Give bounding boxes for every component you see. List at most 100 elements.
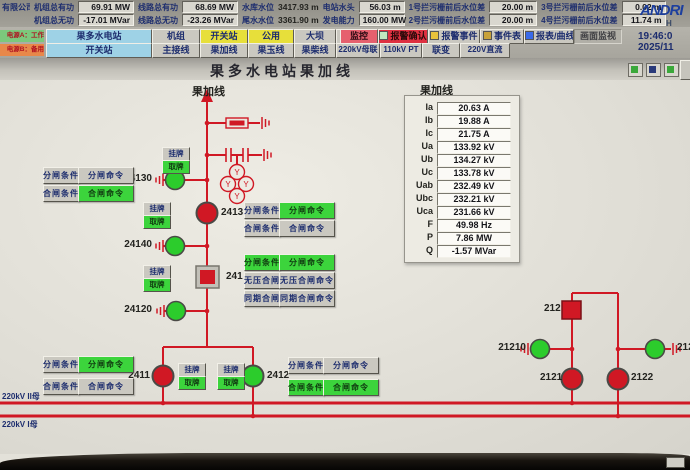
label-24120: 24120 (112, 304, 152, 315)
open-cmd-2412[interactable]: 分闸命令 (323, 357, 379, 374)
earth-switch-24140[interactable] (166, 237, 185, 256)
company-label: 有限公司 (2, 2, 30, 13)
tab-switchyard[interactable]: 开关站 (200, 29, 248, 44)
open-cond-2412[interactable]: 分闸条件 (288, 357, 324, 374)
field-label: 线路总无功 (138, 15, 178, 26)
tab-bus-tie[interactable]: 220kV母联 (336, 43, 380, 58)
tab-monitor[interactable]: 监控 (340, 29, 378, 44)
event-list-button[interactable]: 事件表 (480, 29, 524, 44)
breaker-241[interactable] (196, 266, 219, 288)
meas-label: Ub (405, 154, 433, 164)
untag-button-2413[interactable]: 取牌 (143, 215, 171, 229)
meas-label: Ib (405, 115, 433, 125)
field-value: 3417.93 m (278, 2, 319, 12)
earth-switch-21210[interactable] (531, 340, 550, 359)
untag-button-2412[interactable]: 取牌 (217, 376, 245, 390)
breaker-212[interactable] (562, 301, 581, 319)
label-241: 241 (226, 271, 243, 282)
close-cond-2413[interactable]: 合闸条件 (244, 220, 280, 237)
untag-button-2411[interactable]: 取牌 (178, 376, 206, 390)
open-cmd-24130[interactable]: 分闸命令 (78, 167, 134, 184)
close-cmd-24130[interactable]: 合闸命令 (78, 185, 134, 202)
sync-close-cmd-241[interactable]: 同期合闸命令 (279, 290, 335, 307)
field-label: 水库水位 (242, 2, 274, 13)
open-cond-2411[interactable]: 分闸条件 (43, 356, 79, 373)
field-value: 3361.90 m (278, 15, 319, 25)
field-label: 4号拦污栅前后水位差 (541, 15, 617, 26)
meas-value: 7.86 MW (437, 232, 511, 245)
tag-button-2411[interactable]: 挂牌 (178, 363, 206, 377)
untag-button-241[interactable]: 取牌 (143, 278, 171, 292)
menu-bar: 电源A：工作 电源B：备用 果多水电站 机组 开关站 公用 大坝 AGC/AVC… (0, 27, 690, 59)
arrester-symbol (226, 118, 248, 128)
open-cmd-241[interactable]: 分闸命令 (279, 254, 335, 271)
taskbar-item[interactable] (666, 457, 685, 468)
label-24140: 24140 (112, 239, 152, 250)
disconnector-2411[interactable] (153, 366, 174, 387)
close-cmd-2413[interactable]: 合闸命令 (279, 220, 335, 237)
bus-1-label: 220kV I母 (2, 419, 38, 430)
tag-button-241[interactable]: 挂牌 (143, 265, 171, 279)
close-cmd-2412[interactable]: 合闸命令 (323, 379, 379, 396)
diagram-canvas: Y Y Y Y (0, 80, 690, 454)
open-cond-2413[interactable]: 分闸条件 (244, 202, 280, 219)
earth-switch-24120[interactable] (167, 302, 186, 321)
tab-common[interactable]: 公用 (248, 29, 294, 44)
alarm-ack-button[interactable]: 报警确认 (378, 29, 428, 44)
label-2121: 2121 (540, 372, 562, 383)
open-cond-24130[interactable]: 分闸条件 (43, 167, 79, 184)
label-2412: 2412 (267, 370, 289, 381)
close-cond-2411[interactable]: 合闸条件 (43, 378, 79, 395)
tab-dam[interactable]: 大坝 (294, 29, 336, 44)
clock-time: 19:46:0 (638, 31, 672, 42)
open-cond-241[interactable]: 分闸条件 (244, 254, 280, 271)
logo-text: ANDRI (640, 2, 690, 19)
tag-button-2412[interactable]: 挂牌 (217, 363, 245, 377)
tab-220v-dc[interactable]: 220V直流 (460, 43, 510, 58)
close-cmd-2411[interactable]: 合闸命令 (78, 378, 134, 395)
tab-station[interactable]: 果多水电站 (46, 29, 152, 44)
dead-close-241[interactable]: 无压合闸 (244, 272, 280, 289)
close-cond-2412[interactable]: 合闸条件 (288, 379, 324, 396)
field-value: 56.03 m (359, 1, 405, 13)
sync-close-241[interactable]: 同期合闸 (244, 290, 280, 307)
close-cond-24130[interactable]: 合闸条件 (43, 185, 79, 202)
earth-switch-21220[interactable] (646, 340, 665, 359)
pt-winding-symbol: Y (243, 180, 249, 189)
scrollbar-button[interactable] (680, 60, 690, 80)
tab-units[interactable]: 机组 (152, 29, 200, 44)
report-curve-button[interactable]: 报表/曲线 (524, 29, 574, 44)
monitor-bezel (0, 453, 690, 470)
open-cmd-2413[interactable]: 分闸命令 (279, 202, 335, 219)
untag-button-24130[interactable]: 取牌 (162, 160, 190, 174)
tab-guojia-line[interactable]: 果加线 (200, 43, 248, 58)
meas-label: F (405, 219, 433, 229)
tab-main-wiring[interactable]: 主接线 (152, 43, 200, 58)
field-value: 20.00 m (489, 14, 537, 26)
label-212: 212 (544, 303, 561, 314)
tab-tie-transformer[interactable]: 联变 (422, 43, 460, 58)
screen-watch-button[interactable]: 画面监视 (574, 29, 622, 44)
meas-label: Uab (405, 180, 433, 190)
disconnector-2122[interactable] (608, 369, 629, 390)
disconnector-2412[interactable] (243, 366, 264, 387)
toolbar-nav-icon-2[interactable] (646, 63, 661, 77)
tag-button-2413[interactable]: 挂牌 (143, 202, 171, 216)
toolbar-nav-icon-3[interactable] (664, 63, 679, 77)
alarm-event-button[interactable]: 报警事件 (428, 29, 480, 44)
alarm-event-label: 报警事件 (441, 31, 477, 41)
tag-button-24130[interactable]: 挂牌 (162, 147, 190, 161)
event-list-label: 事件表 (494, 31, 521, 41)
open-cmd-2411[interactable]: 分闸命令 (78, 356, 134, 373)
bus-2-label: 220kV II母 (2, 391, 40, 402)
tab-guoyu-line[interactable]: 果玉线 (248, 43, 294, 58)
field-label: 电站水头 (323, 2, 355, 13)
disconnector-2413[interactable] (197, 203, 218, 224)
dead-close-cmd-241[interactable]: 无压合闸命令 (279, 272, 335, 289)
tab-switchyard-2[interactable]: 开关站 (46, 43, 152, 58)
tab-110kv-pt[interactable]: 110kV PT (380, 43, 422, 58)
toolbar-nav-icon-1[interactable] (628, 63, 643, 77)
disconnector-2121[interactable] (562, 369, 583, 390)
field-value: -17.01 MVar (78, 14, 134, 26)
tab-guochai-line[interactable]: 果柴线 (294, 43, 336, 58)
